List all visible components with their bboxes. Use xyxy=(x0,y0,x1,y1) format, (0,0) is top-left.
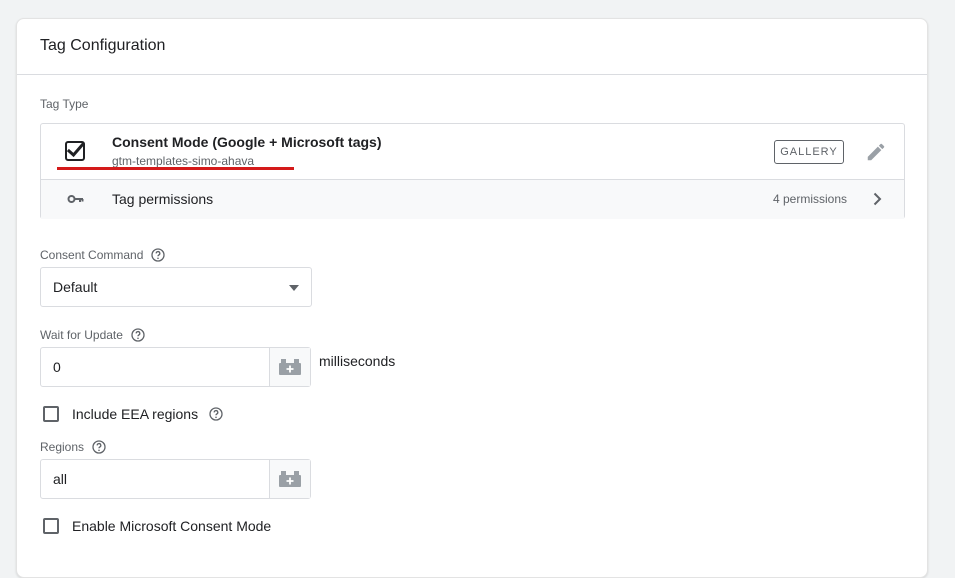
microsoft-consent-label: Enable Microsoft Consent Mode xyxy=(72,518,272,534)
card-title: Tag Configuration xyxy=(40,37,166,54)
insert-variable-button[interactable] xyxy=(269,348,310,386)
wait-for-update-input[interactable] xyxy=(41,348,270,386)
consent-command-value: Default xyxy=(53,279,98,295)
microsoft-consent-checkbox[interactable] xyxy=(43,518,59,534)
milliseconds-suffix: milliseconds xyxy=(319,353,396,369)
include-eea-label: Include EEA regions xyxy=(72,406,199,422)
consent-command-field-label: Consent Command xyxy=(40,248,166,262)
regions-input[interactable] xyxy=(41,460,270,498)
tag-permissions-row[interactable]: Tag permissions 4 permissions xyxy=(41,179,904,219)
include-eea-checkbox[interactable] xyxy=(43,406,59,422)
gallery-button[interactable]: GALLERY xyxy=(774,140,844,164)
consent-command-label: Consent Command xyxy=(40,248,144,262)
permissions-count: 4 permissions xyxy=(772,192,847,206)
wait-for-update-label: Wait for Update xyxy=(40,328,123,342)
help-icon[interactable] xyxy=(131,328,145,342)
highlight-underline xyxy=(57,167,294,170)
insert-variable-button[interactable] xyxy=(269,460,310,498)
tag-template-source: gtm-templates-simo-ahava xyxy=(112,154,255,168)
regions-label: Regions xyxy=(40,440,85,454)
wait-for-update-field-label: Wait for Update xyxy=(40,328,145,342)
variable-brick-icon xyxy=(279,359,301,375)
tag-type-panel: Consent Mode (Google + Microsoft tags) g… xyxy=(40,123,905,219)
chevron-right-icon[interactable] xyxy=(869,191,885,207)
tag-template-name: Consent Mode (Google + Microsoft tags) xyxy=(112,134,382,150)
checkbox-checked-icon xyxy=(65,141,85,161)
caret-down-icon xyxy=(289,285,299,291)
regions-field xyxy=(40,459,311,499)
pencil-icon[interactable] xyxy=(865,141,887,163)
regions-field-label: Regions xyxy=(40,440,106,454)
consent-command-select[interactable]: Default xyxy=(40,267,312,307)
key-icon xyxy=(67,195,84,203)
tag-type-label: Tag Type xyxy=(40,97,89,111)
variable-brick-icon xyxy=(279,471,301,487)
help-icon[interactable] xyxy=(209,407,223,421)
help-icon[interactable] xyxy=(151,248,166,262)
card-divider xyxy=(17,74,927,75)
tag-type-header[interactable]: Consent Mode (Google + Microsoft tags) g… xyxy=(41,124,904,179)
include-eea-row[interactable]: Include EEA regions xyxy=(43,406,223,422)
wait-for-update-field xyxy=(40,347,311,387)
tag-permissions-label: Tag permissions xyxy=(112,191,214,207)
microsoft-consent-row[interactable]: Enable Microsoft Consent Mode xyxy=(43,518,271,534)
tag-configuration-card: Tag Configuration Tag Type Consent Mode … xyxy=(16,18,928,578)
help-icon[interactable] xyxy=(92,440,106,454)
